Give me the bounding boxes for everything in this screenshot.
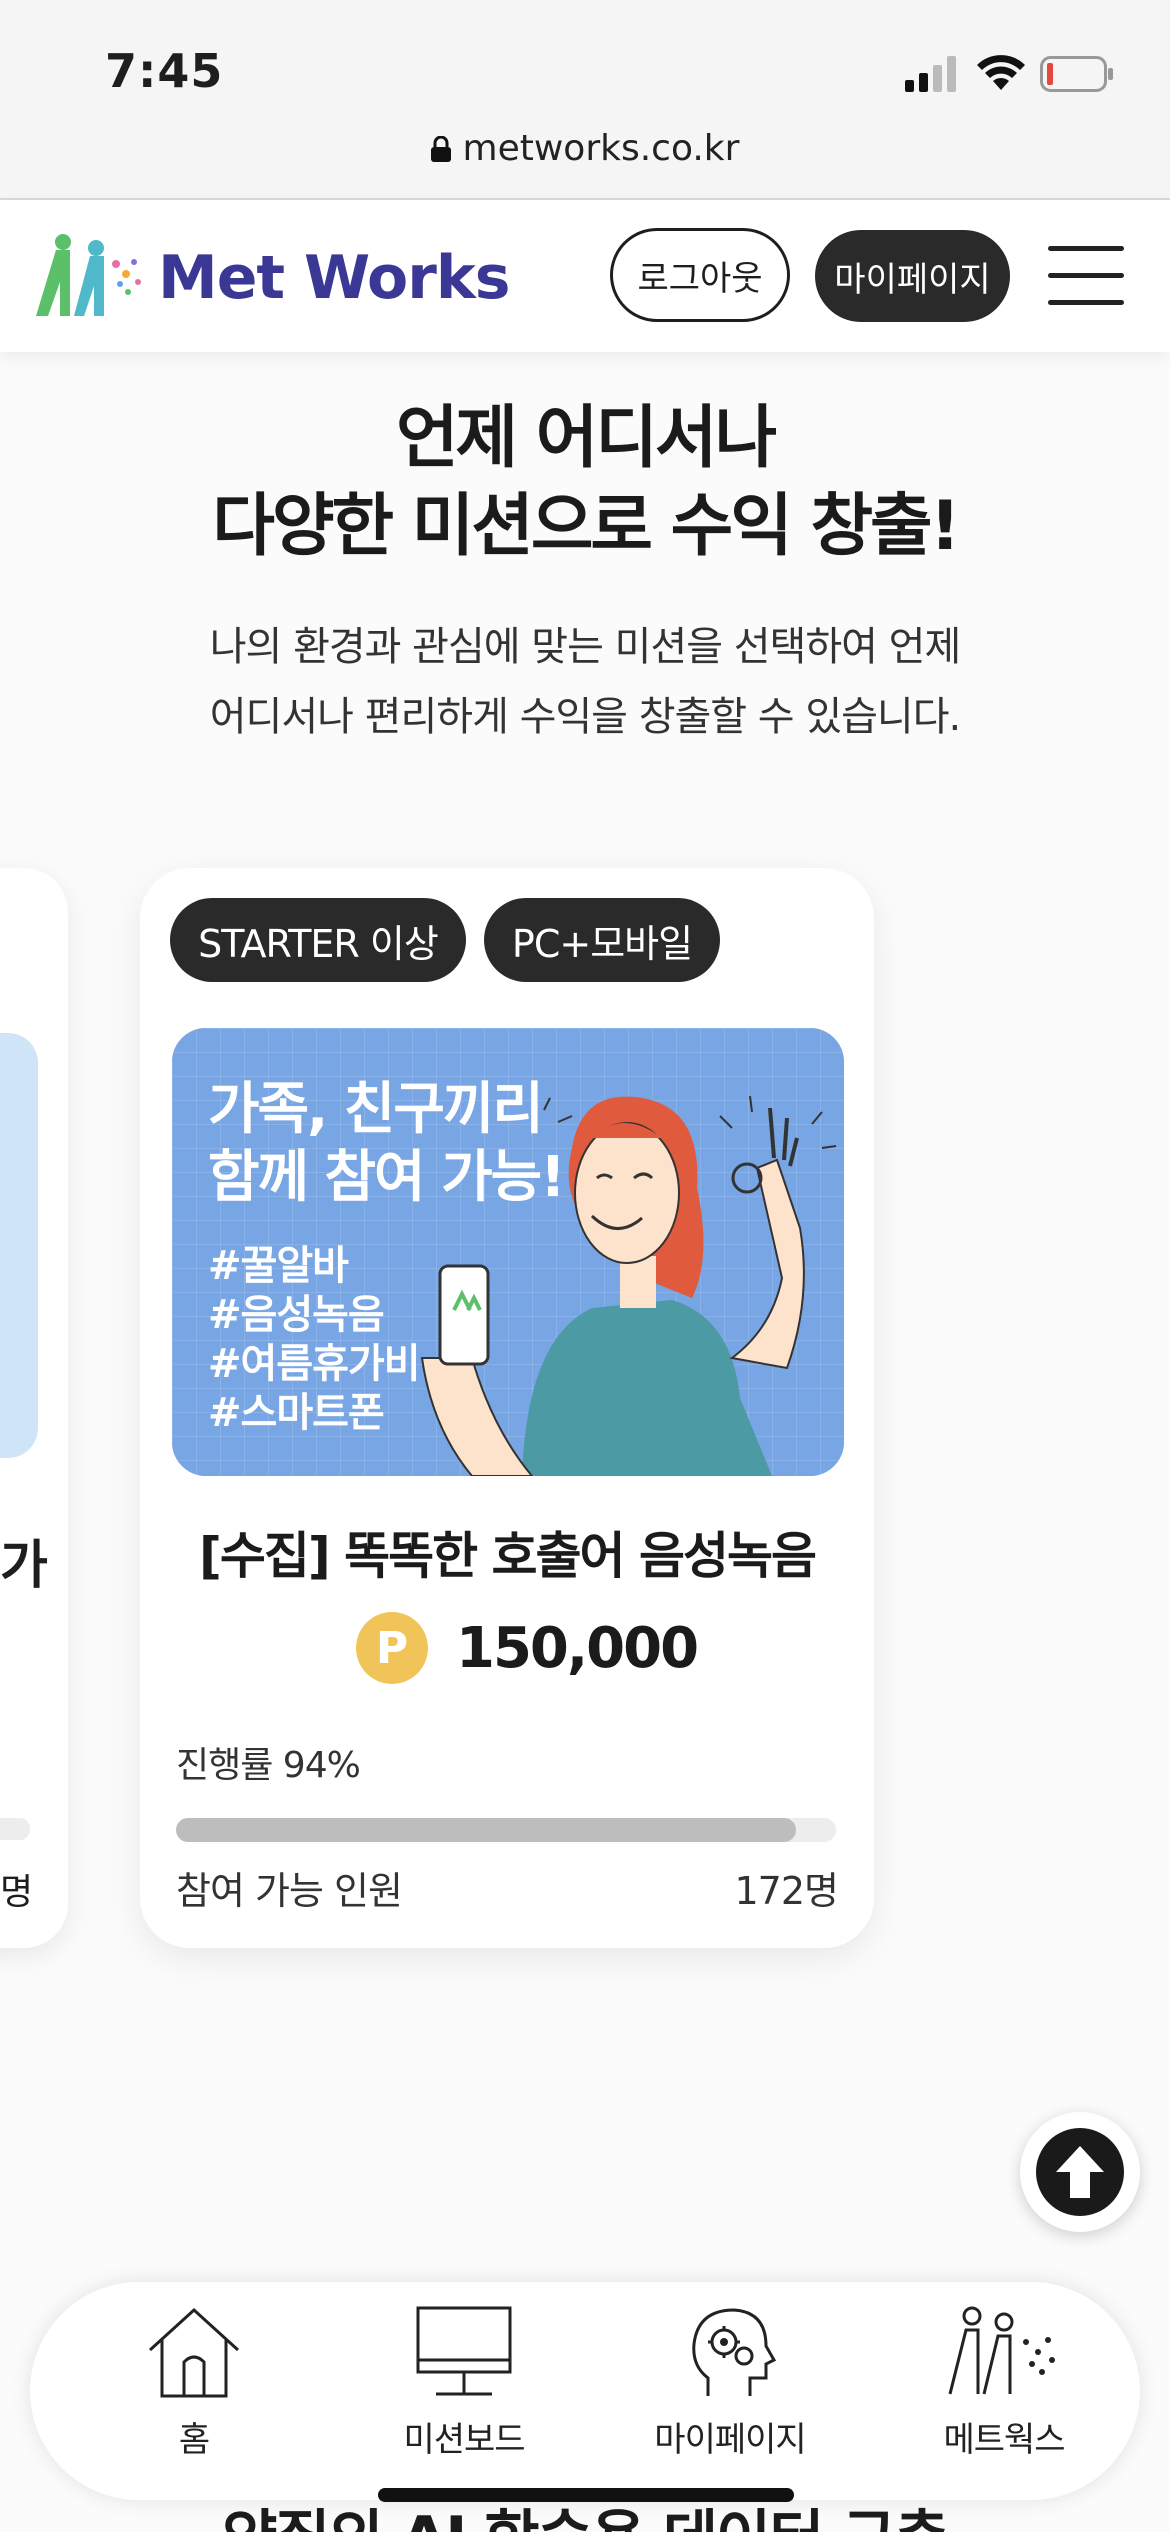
previous-mission-card[interactable]: 가 명 [0, 868, 68, 1948]
point-amount: 150,000 [456, 1615, 699, 1681]
nav-mypage[interactable]: 마이페이지 [630, 2302, 830, 2482]
nav-home[interactable]: 홈 [94, 2302, 294, 2482]
previous-card-progress [0, 1818, 30, 1840]
nav-mypage-label: 마이페이지 [654, 2420, 806, 2460]
tag-platform: PC+모바일 [484, 898, 720, 982]
banner-hashtag: #음성녹음 [208, 1292, 385, 1338]
tag-starter: STARTER 이상 [170, 898, 466, 982]
status-time: 7:45 [105, 44, 224, 98]
url-bar[interactable]: metworks.co.kr [0, 120, 1170, 200]
battery-icon [1040, 56, 1113, 92]
site-header: Met Works 로그아웃 마이페이지 [0, 200, 1170, 352]
mission-title[interactable]: [수집] 똑똑한 호출어 음성녹음 [140, 1516, 874, 1588]
banner-title-line2: 함께 참여 가능! [208, 1145, 566, 1210]
cellular-signal-icon [905, 56, 956, 92]
available-count: 172명 [734, 1869, 839, 1913]
site-logo[interactable]: Met Works [30, 230, 510, 326]
hero-title-line1: 언제 어디서나 [395, 399, 777, 478]
status-bar: 7:45 [0, 0, 1170, 120]
lock-icon [430, 136, 451, 162]
hero-title: 언제 어디서나 다양한 미션으로 수익 창출! [0, 395, 1170, 571]
banner-hashtag: #여름휴가비 [208, 1341, 421, 1387]
mission-reward: P 150,000 [356, 1610, 699, 1686]
arrow-up-circle-icon [1036, 2128, 1124, 2216]
wifi-icon [977, 55, 1025, 90]
previous-card-available: 명 [0, 1872, 34, 1913]
monitor-icon [416, 2306, 512, 2396]
nav-home-label: 홈 [178, 2420, 210, 2460]
logo-text: Met Works [158, 243, 510, 313]
menu-icon[interactable] [1048, 246, 1124, 306]
previous-card-title: 가 [0, 1536, 48, 1596]
home-icon [148, 2307, 240, 2398]
nav-mission-board[interactable]: 미션보드 [364, 2302, 564, 2482]
progress-bar-fill [176, 1818, 797, 1842]
hero-desc-line1: 나의 환경과 관심에 맞는 미션을 선택하여 언제 [209, 624, 962, 670]
available-label: 참여 가능 인원 [176, 1869, 403, 1913]
nav-mission-label: 미션보드 [403, 2420, 525, 2460]
nav-metworks-label: 메트웍스 [943, 2420, 1065, 2460]
hero-title-line2: 다양한 미션으로 수익 창출! [212, 487, 960, 566]
banner-hashtag: #스마트폰 [208, 1390, 385, 1436]
url-text: metworks.co.kr [462, 128, 740, 169]
metworks-logo-icon [948, 2306, 1055, 2395]
progress-label: 진행률 94% [176, 1745, 361, 1786]
progress-bar [176, 1818, 836, 1842]
mypage-button[interactable]: 마이페이지 [815, 230, 1010, 322]
mission-banner-image: 가족, 친구끼리 함께 참여 가능! #꿀알바 #음성녹음 #여름휴가비 #스마… [172, 1028, 844, 1476]
hero-desc-line2: 어디서나 편리하게 수익을 창출할 수 있습니다. [209, 694, 962, 740]
bottom-navigation: 홈 미션보드 마이페이지 메트웍스 [30, 2282, 1140, 2500]
metworks-logo-icon [36, 234, 141, 316]
banner-title: 가족, 친구끼리 함께 참여 가능! [208, 1076, 566, 1212]
banner-hashtag: #꿀알바 [208, 1243, 349, 1289]
banner-title-line1: 가족, 친구끼리 [208, 1077, 544, 1142]
previous-card-image [0, 1033, 38, 1458]
hero-description: 나의 환경과 관심에 맞는 미션을 선택하여 언제 어디서나 편리하게 수익을 … [0, 612, 1170, 752]
scroll-to-top-button[interactable] [1020, 2112, 1140, 2232]
head-gears-icon [692, 2308, 777, 2396]
mission-card[interactable]: STARTER 이상 PC+모바일 가족, 친구끼리 함께 참여 가능! #꿀알… [140, 868, 874, 1948]
home-indicator[interactable] [378, 2488, 794, 2502]
banner-hashtags: #꿀알바 #음성녹음 #여름휴가비 #스마트폰 [208, 1242, 421, 1438]
logout-button[interactable]: 로그아웃 [610, 228, 790, 322]
nav-metworks[interactable]: 메트웍스 [904, 2302, 1104, 2482]
point-coin-icon: P [356, 1612, 428, 1684]
